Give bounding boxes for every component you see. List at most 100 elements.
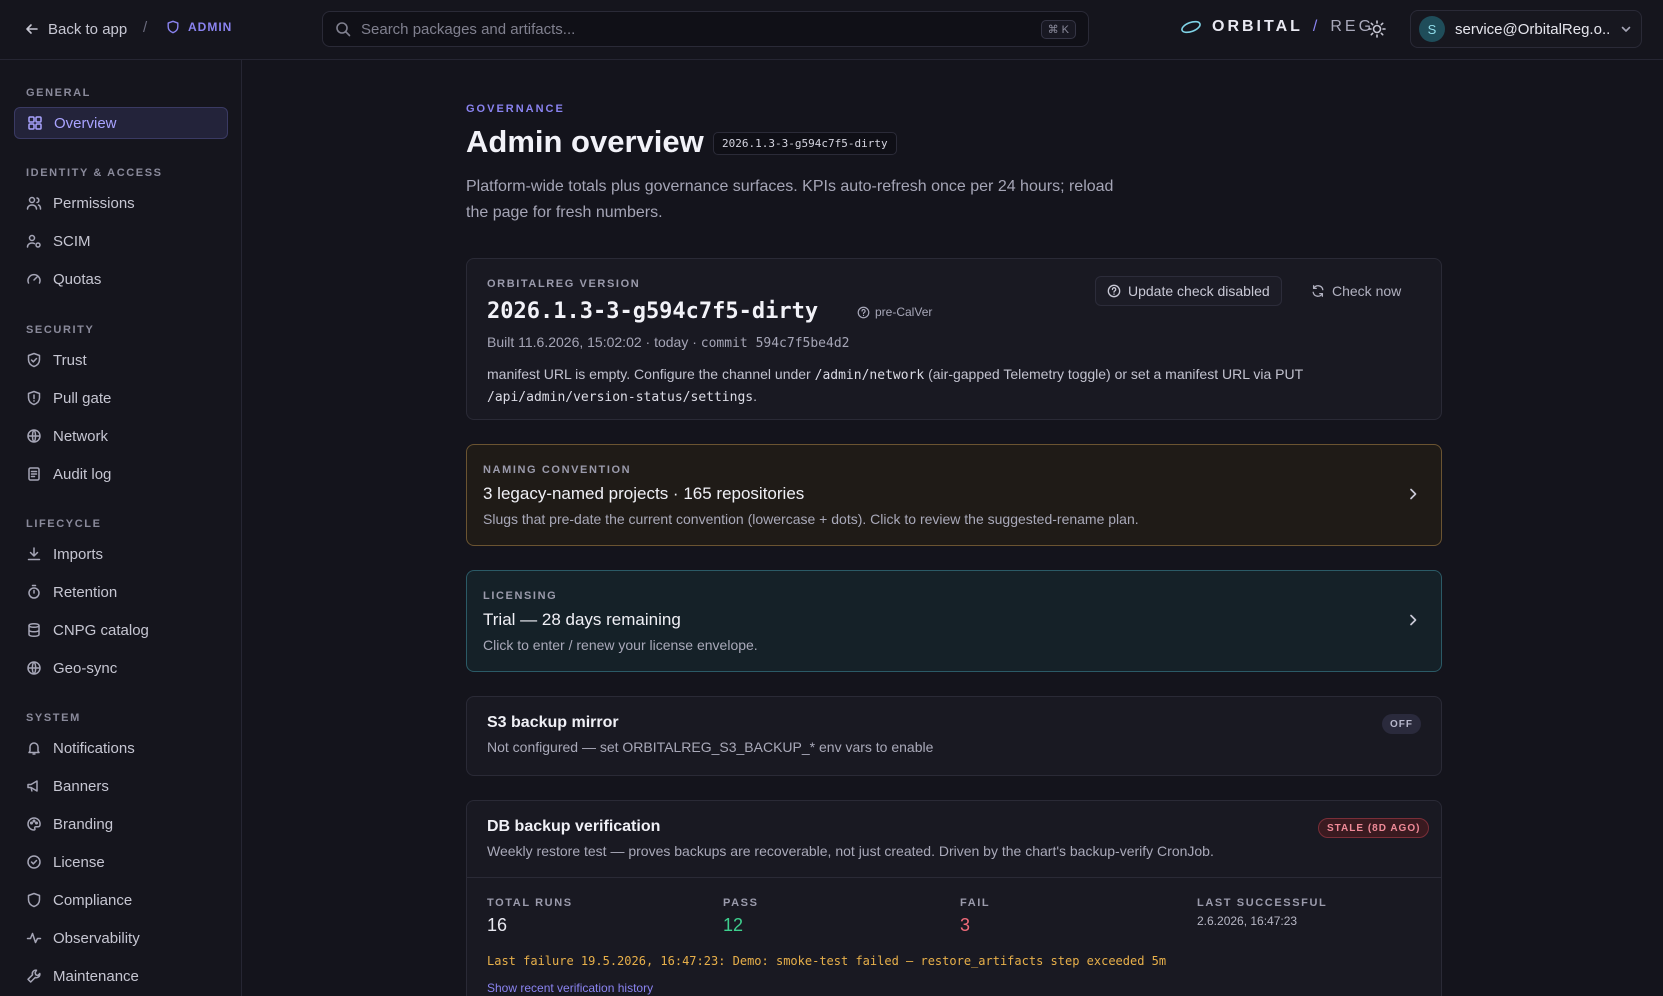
precalver-hint[interactable]: pre-CalVer <box>857 305 932 319</box>
sidebar-item-imports[interactable]: Imports <box>14 538 228 570</box>
sidebar-item-geo-sync[interactable]: Geo-sync <box>14 652 228 684</box>
stat-label: TOTAL RUNS <box>487 897 573 909</box>
globe-icon <box>27 661 41 675</box>
sidebar-item-scim[interactable]: SCIM <box>14 225 228 257</box>
chevron-right-icon <box>1410 614 1417 626</box>
brand-slash: / <box>1312 18 1321 35</box>
stat-total-runs: TOTAL RUNS 16 <box>487 897 573 936</box>
sidebar-item-cnpg-catalog[interactable]: CNPG catalog <box>14 614 228 646</box>
back-to-app-link[interactable]: Back to app <box>24 19 127 39</box>
s3-description: Not configured — set ORBITALREG_S3_BACKU… <box>487 739 934 755</box>
last-failure-message: Last failure 19.5.2026, 16:47:23: Demo: … <box>487 954 1167 968</box>
sidebar-item-maintenance[interactable]: Maintenance <box>14 960 228 992</box>
bell-icon <box>28 742 40 755</box>
naming-heading: 3 legacy-named projects · 165 repositori… <box>483 484 805 503</box>
shield-icon <box>167 20 179 34</box>
stat-label: FAIL <box>960 897 991 909</box>
licensing-card[interactable]: LICENSING Trial — 28 days remaining Clic… <box>466 570 1442 672</box>
sidebar-item-notifications[interactable]: Notifications <box>14 732 228 764</box>
timer-icon <box>28 584 40 599</box>
show-history-link[interactable]: Show recent verification history <box>487 981 653 995</box>
sidebar-item-permissions[interactable]: Permissions <box>14 187 228 219</box>
sidebar-item-label: Audit log <box>53 465 112 483</box>
manifest-text: . <box>753 388 757 404</box>
wrench-icon <box>27 969 41 983</box>
section-general: GENERAL <box>26 87 91 99</box>
stat-value: 2.6.2026, 16:47:23 <box>1197 914 1298 928</box>
precalver-label: pre-CalVer <box>875 305 933 319</box>
sidebar-item-banners[interactable]: Banners <box>14 770 228 802</box>
stat-label: LAST SUCCESSFUL <box>1197 897 1328 909</box>
users-icon <box>26 196 42 210</box>
status-badge: STALE (8D AGO) <box>1318 818 1430 838</box>
update-check-disabled-button[interactable]: Update check disabled <box>1095 276 1282 306</box>
admin-label: ADMIN <box>188 20 233 34</box>
badge-check-icon <box>27 855 41 869</box>
sidebar-item-label: CNPG catalog <box>53 621 149 639</box>
sidebar-item-label: Imports <box>53 545 104 563</box>
check-now-button[interactable]: Check now <box>1299 276 1413 306</box>
commit-hash: commit 594c7f5be4d2 <box>700 336 850 351</box>
stat-last-successful: LAST SUCCESSFUL 2.6.2026, 16:47:23 <box>1197 897 1327 928</box>
stat-label: PASS <box>723 897 759 909</box>
network-icon <box>27 429 41 443</box>
db-backup-verification-card: DB backup verification Weekly restore te… <box>466 800 1442 996</box>
s3-heading: S3 backup mirror <box>487 714 619 731</box>
sidebar-item-label: Maintenance <box>53 967 139 985</box>
version-card: ORBITALREG VERSION 2026.1.3-3-g594c7f5-d… <box>466 258 1442 420</box>
palette-icon <box>27 817 41 831</box>
sidebar-item-pull-gate[interactable]: Pull gate <box>14 382 228 414</box>
sidebar-item-label: Compliance <box>53 891 133 909</box>
sidebar-item-compliance[interactable]: Compliance <box>14 884 228 916</box>
sidebar-item-license[interactable]: License <box>14 846 228 878</box>
avatar: S <box>1419 16 1445 42</box>
sidebar-item-trust[interactable]: Trust <box>14 344 228 376</box>
help-circle-icon <box>857 306 870 318</box>
sidebar-item-retention[interactable]: Retention <box>14 576 228 608</box>
megaphone-icon <box>27 780 38 792</box>
help-circle-icon <box>1107 284 1121 298</box>
section-system: SYSTEM <box>26 712 81 724</box>
naming-eyebrow: NAMING CONVENTION <box>483 464 632 476</box>
sidebar-item-label: Pull gate <box>53 389 112 407</box>
activity-icon <box>26 932 42 944</box>
sidebar-item-audit-log[interactable]: Audit log <box>14 458 228 490</box>
licensing-description: Click to enter / renew your license enve… <box>483 637 758 653</box>
theme-toggle-button[interactable] <box>1366 18 1388 40</box>
stat-value: 12 <box>723 915 744 935</box>
grid-icon <box>28 116 42 130</box>
sidebar-item-observability[interactable]: Observability <box>14 922 228 954</box>
build-info: Built 11.6.2026, 15:02:02 · today · comm… <box>487 334 850 351</box>
sidebar: GENERAL Overview IDENTITY & ACCESS Permi… <box>0 60 242 996</box>
sidebar-item-label: License <box>53 853 105 871</box>
shield-alert-icon <box>27 390 41 406</box>
version-card-eyebrow: ORBITALREG VERSION <box>487 278 641 290</box>
arrow-left-icon <box>26 24 38 34</box>
sidebar-item-overview[interactable]: Overview <box>14 107 228 139</box>
stat-value: 16 <box>487 915 508 935</box>
sidebar-item-label: Retention <box>53 583 118 601</box>
shield-check-icon <box>27 352 41 368</box>
update-check-label: Update check disabled <box>1128 283 1270 299</box>
sidebar-item-branding[interactable]: Branding <box>14 808 228 840</box>
dbv-description: Weekly restore test — proves backups are… <box>487 843 1214 859</box>
divider <box>467 877 1441 878</box>
brand-logo: ORBITAL / REG <box>1180 18 1374 36</box>
search-input[interactable]: Search packages and artifacts... ⌘ K <box>322 11 1089 47</box>
naming-convention-card[interactable]: NAMING CONVENTION 3 legacy-named project… <box>466 444 1442 546</box>
manifest-text: (air-gapped Telemetry toggle) or set a m… <box>924 366 1304 382</box>
user-menu[interactable]: S service@OrbitalReg.o... <box>1410 10 1642 48</box>
naming-description: Slugs that pre-date the current conventi… <box>483 511 1139 527</box>
stat-pass: PASS 12 <box>723 897 759 936</box>
sidebar-item-label: Overview <box>54 114 117 132</box>
page-description: Platform-wide totals plus governance sur… <box>466 178 1114 221</box>
back-to-app-label: Back to app <box>48 20 128 38</box>
sidebar-item-label: Branding <box>53 815 114 833</box>
check-now-label: Check now <box>1332 283 1402 299</box>
top-bar: Back to app / ADMIN Search packages and … <box>0 0 1663 60</box>
sidebar-item-label: Notifications <box>53 739 135 757</box>
sidebar-item-network[interactable]: Network <box>14 420 228 452</box>
page-title: Admin overview <box>466 124 704 159</box>
sidebar-item-quotas[interactable]: Quotas <box>14 263 228 295</box>
section-identity: IDENTITY & ACCESS <box>26 167 163 179</box>
